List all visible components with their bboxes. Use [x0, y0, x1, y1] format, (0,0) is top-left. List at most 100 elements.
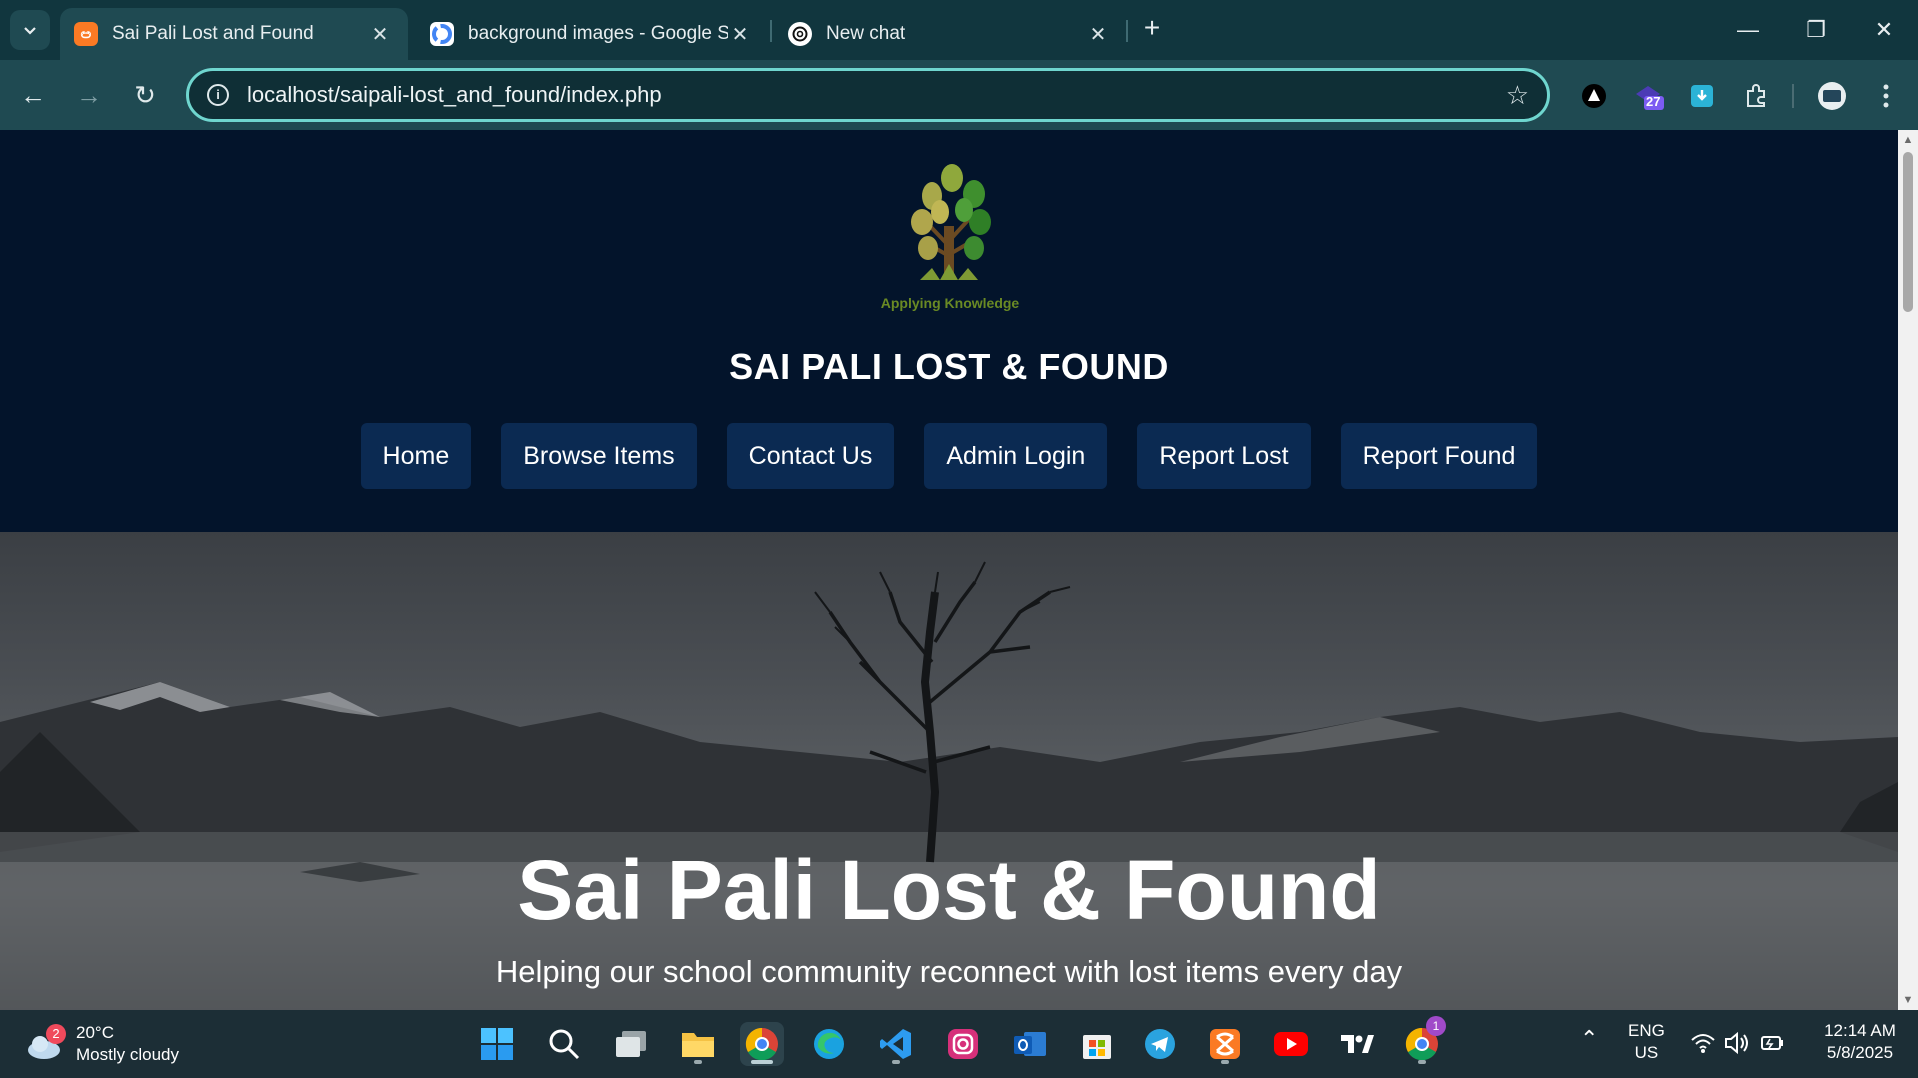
close-tab-icon[interactable]: ✕ [728, 22, 752, 47]
tab-separator [770, 20, 772, 42]
running-indicator [1221, 1060, 1229, 1064]
tab-title: background images - Google S [468, 23, 728, 44]
volume-icon [1725, 1031, 1748, 1055]
instagram-icon [948, 1029, 978, 1059]
extension-badge-count: 27 [1646, 94, 1661, 109]
nav-admin-login-button[interactable]: Admin Login [924, 423, 1108, 489]
tab-title: New chat [826, 23, 906, 44]
restore-button[interactable]: ❐ [1796, 12, 1836, 48]
scroll-down-arrow[interactable]: ▼ [1902, 994, 1914, 1006]
extension-badge-icon[interactable]: 27 [1632, 80, 1664, 112]
bookmark-star-icon[interactable]: ☆ [1506, 80, 1529, 111]
task-view-button[interactable] [609, 1022, 653, 1066]
battery-icon [1761, 1036, 1783, 1050]
running-indicator [892, 1060, 900, 1064]
nav-contact-us-button[interactable]: Contact Us [726, 423, 895, 489]
scroll-up-arrow[interactable]: ▲ [1902, 134, 1914, 146]
forward-button[interactable]: → [68, 74, 110, 116]
new-tab-button[interactable]: + [1136, 14, 1168, 46]
tab-search-button[interactable] [10, 10, 50, 50]
nav-browse-items-button[interactable]: Browse Items [501, 423, 697, 489]
nav-report-found-button[interactable]: Report Found [1340, 423, 1538, 489]
extension-triangle-icon[interactable] [1578, 80, 1610, 112]
outlook-button[interactable] [1008, 1022, 1052, 1066]
file-explorer-button[interactable] [676, 1022, 720, 1066]
xampp-icon [1210, 1029, 1240, 1059]
clock-time: 12:14 AM [1824, 1021, 1896, 1040]
main-nav: Home Browse Items Contact Us Admin Login… [0, 423, 1898, 489]
extensions-puzzle-icon[interactable] [1740, 80, 1772, 112]
tab-sai-pali[interactable]: ඏ Sai Pali Lost and Found ✕ [60, 8, 408, 60]
chrome-icon [745, 1027, 778, 1061]
hero-title: Sai Pali Lost & Found [517, 843, 1381, 937]
school-tree-logo: Applying Knowledge [881, 164, 1020, 311]
weather-badge: 2 [46, 1024, 66, 1044]
back-button[interactable]: ← [12, 74, 54, 116]
minimize-button[interactable]: — [1728, 12, 1768, 48]
tab-google-search[interactable]: background images - Google S ✕ [416, 8, 768, 60]
windows-logo-icon [481, 1028, 513, 1060]
weather-temp: 20°C [76, 1023, 114, 1042]
tab-title: Sai Pali Lost and Found [112, 23, 314, 44]
outlook-icon [1014, 1032, 1046, 1056]
telegram-button[interactable] [1138, 1022, 1182, 1066]
page-scrollbar[interactable]: ▲ ▼ [1898, 130, 1918, 1010]
url-input[interactable] [247, 82, 1506, 108]
toolbar-separator [1792, 84, 1794, 108]
wifi-icon [1691, 1034, 1715, 1053]
edge-icon [814, 1029, 844, 1059]
site-title: SAI PALI LOST & FOUND [729, 346, 1169, 387]
reload-button[interactable]: ↻ [124, 74, 166, 116]
extension-download-icon[interactable] [1686, 80, 1718, 112]
folder-icon [682, 1033, 714, 1057]
nav-report-lost-button[interactable]: Report Lost [1137, 423, 1311, 489]
running-indicator [1418, 1060, 1426, 1064]
weather-condition: Mostly cloudy [76, 1045, 179, 1064]
clock[interactable]: 12:14 AM 5/8/2025 [1812, 1020, 1908, 1064]
quick-settings[interactable] [1690, 1030, 1786, 1062]
clock-date: 5/8/2025 [1826, 1043, 1894, 1062]
telegram-icon [1145, 1029, 1175, 1059]
language-line1: ENG [1628, 1021, 1665, 1040]
google-icon [430, 22, 454, 46]
browser-toolbar: ← → ↻ i ☆ 27 [0, 60, 1918, 130]
address-bar[interactable]: i ☆ [186, 68, 1550, 122]
ms-store-button[interactable] [1075, 1022, 1119, 1066]
nav-home-button[interactable]: Home [360, 423, 472, 489]
vscode-button[interactable] [874, 1022, 918, 1066]
active-indicator [751, 1060, 773, 1064]
browser-menu-icon[interactable] [1870, 80, 1902, 112]
site-header: Applying Knowledge SAI PALI LOST & FOUND… [0, 130, 1898, 532]
edge-button[interactable] [807, 1022, 851, 1066]
close-tab-icon[interactable]: ✕ [1086, 22, 1110, 47]
task-view-icon [616, 1031, 646, 1057]
site-info-icon[interactable]: i [207, 84, 229, 106]
profile-avatar[interactable] [1816, 80, 1848, 112]
xampp-button[interactable] [1203, 1022, 1247, 1066]
youtube-icon [1274, 1032, 1308, 1056]
hero-subtitle: Helping our school community reconnect w… [495, 954, 1403, 989]
store-icon [1083, 1035, 1111, 1059]
close-window-button[interactable]: ✕ [1864, 12, 1904, 48]
start-button[interactable] [475, 1022, 519, 1066]
chrome-notification-badge: 1 [1426, 1016, 1446, 1036]
scrollbar-thumb[interactable] [1903, 152, 1913, 312]
page-viewport: Applying Knowledge SAI PALI LOST & FOUND… [0, 130, 1898, 1010]
weather-widget[interactable]: 2 20°C Mostly cloudy [26, 1022, 179, 1066]
language-line2: US [1634, 1043, 1659, 1062]
logo-caption: Applying Knowledge [881, 295, 1020, 311]
hero-section: Sai Pali Lost & Found Helping our school… [0, 532, 1898, 1010]
xampp-icon: ඏ [74, 22, 98, 46]
youtube-button[interactable] [1269, 1022, 1313, 1066]
close-tab-icon[interactable]: ✕ [368, 22, 392, 47]
language-indicator[interactable]: ENG US [1628, 1020, 1665, 1064]
chrome-taskbar-button[interactable] [740, 1022, 784, 1066]
show-hidden-icons-chevron[interactable]: ⌃ [1580, 1028, 1598, 1050]
tab-new-chat[interactable]: New chat ✕ [774, 8, 1126, 60]
search-icon [549, 1029, 580, 1060]
tradingview-icon [1341, 1035, 1374, 1053]
chrome-profile-button[interactable]: 1 [1400, 1016, 1446, 1066]
tradingview-button[interactable] [1335, 1022, 1379, 1066]
search-button[interactable] [542, 1022, 586, 1066]
instagram-button[interactable] [941, 1022, 985, 1066]
